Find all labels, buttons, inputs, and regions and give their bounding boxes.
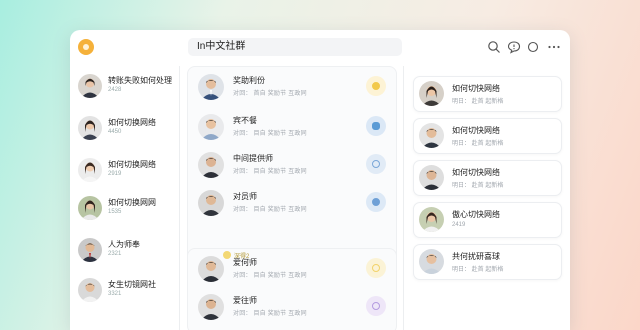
member-meta: 对回： 目自 奖励节 互政同 <box>233 207 307 213</box>
topic-card[interactable]: 如何切快网络 明日： 赴首 起新格 <box>413 160 562 196</box>
topic-meta: 明日： 赴首 起新格 <box>452 141 504 147</box>
topic-card[interactable]: 如何切快网络 明日： 赴首 起新格 <box>413 76 562 112</box>
member-row[interactable]: 爱往师 对回： 目自 奖励节 互政同 <box>188 294 394 330</box>
chat-icon[interactable] <box>507 40 521 54</box>
divider <box>179 66 180 330</box>
sidebar-item-count: 2919 <box>108 171 122 177</box>
sidebar-item-count: 2428 <box>108 87 122 93</box>
avatar <box>78 158 102 182</box>
avatar <box>78 116 102 140</box>
member-name: 爱何师 <box>233 258 257 267</box>
avatar <box>78 196 102 220</box>
avatar <box>198 114 224 140</box>
topic-title: 如何切快网络 <box>452 126 500 135</box>
sidebar-item-name: 女生切镜网社 <box>108 280 156 289</box>
member-meta: 对回： 首自 奖励节 互政同 <box>233 91 307 97</box>
app-window: In中文社群 转账失败如何处理 2428 如何切换网络 4450 如何切换网络 … <box>70 30 570 330</box>
sidebar-item-name: 如何切换网络 <box>108 160 156 169</box>
member-name: 中间提供师 <box>233 154 273 163</box>
more-icon[interactable] <box>547 40 561 54</box>
member-meta: 对回： 目自 奖励节 互政同 <box>233 273 307 279</box>
sidebar-item-count: 4450 <box>108 129 122 135</box>
top-bar: In中文社群 <box>70 30 570 64</box>
lightbulb-icon[interactable] <box>366 76 386 96</box>
avatar <box>198 74 224 100</box>
topic-meta: 明日： 赴首 起新格 <box>452 267 504 273</box>
avatar <box>419 81 444 106</box>
avatar <box>78 278 102 302</box>
member-row[interactable]: 对员师 对回： 目自 奖励节 互政同 <box>188 190 394 230</box>
refresh-icon[interactable] <box>526 40 540 54</box>
avatar <box>78 238 102 262</box>
avatar <box>198 256 224 282</box>
member-meta: 对回： 目自 奖励节 互政同 <box>233 311 307 317</box>
search-icon[interactable] <box>487 40 501 54</box>
member-meta: 对回： 目自 奖励节 互政同 <box>233 131 307 137</box>
topic-meta: 明日： 赴首 起新格 <box>452 99 504 105</box>
topic-meta: 2419 <box>452 222 466 228</box>
sidebar-item[interactable]: 如何切换网络 2919 <box>78 158 178 192</box>
topic-card[interactable]: 共何扰研喜球 明日： 赴首 起新格 <box>413 244 562 280</box>
member-name: 对员师 <box>233 192 257 201</box>
sidebar-item[interactable]: 如何切换网网 1535 <box>78 196 178 230</box>
lightbulb-icon[interactable] <box>366 154 386 174</box>
topic-title: 如何切快网络 <box>452 84 500 93</box>
member-row[interactable]: 中间提供师 对回： 目自 奖励节 互政同 <box>188 152 394 192</box>
avatar <box>419 123 444 148</box>
avatar <box>198 294 224 320</box>
lightbulb-icon[interactable] <box>366 258 386 278</box>
member-row[interactable]: 爱何师 对回： 目自 奖励节 互政同 <box>188 256 394 296</box>
sidebar-item-count: 3321 <box>108 291 122 297</box>
sidebar-item-name: 如何切换网网 <box>108 198 156 207</box>
avatar <box>78 74 102 98</box>
sidebar-item-name: 转账失败如何处理 <box>108 76 172 85</box>
topic-title: 如何切快网络 <box>452 168 500 177</box>
member-name: 爱往师 <box>233 296 257 305</box>
avatar <box>419 249 444 274</box>
member-name: 宾不餐 <box>233 116 257 125</box>
chat-bubble-icon[interactable] <box>366 116 386 136</box>
sidebar-item-name: 如何切换网络 <box>108 118 156 127</box>
sidebar-item-name: 人为师奉 <box>108 240 140 249</box>
member-name: 奖助利份 <box>233 76 265 85</box>
group-title-field[interactable]: In中文社群 <box>188 38 402 56</box>
topic-card[interactable]: 如何切快网络 明日： 赴首 起新格 <box>413 118 562 154</box>
sidebar-item[interactable]: 人为师奉 2321 <box>78 238 178 272</box>
conversation-sidebar: 转账失败如何处理 2428 如何切换网络 4450 如何切换网络 2919 如何… <box>70 64 179 330</box>
lightbulb-icon[interactable] <box>366 296 386 316</box>
topic-meta: 明日： 赴首 起新格 <box>452 183 504 189</box>
topic-card[interactable]: 傲心切快网络 2419 <box>413 202 562 238</box>
member-row[interactable]: 宾不餐 对回： 目自 奖励节 互政同 <box>188 114 394 154</box>
topic-title: 傲心切快网络 <box>452 210 500 219</box>
sidebar-item[interactable]: 女生切镜网社 3321 <box>78 278 178 312</box>
sidebar-item[interactable]: 转账失败如何处理 2428 <box>78 74 178 108</box>
topic-title: 共何扰研喜球 <box>452 252 500 261</box>
app-logo-icon <box>78 39 94 55</box>
lightbulb-icon[interactable] <box>366 192 386 212</box>
divider <box>403 66 404 330</box>
sidebar-item[interactable]: 如何切换网络 4450 <box>78 116 178 150</box>
avatar <box>419 207 444 232</box>
avatar <box>198 190 224 216</box>
sidebar-item-count: 2321 <box>108 251 122 257</box>
member-row[interactable]: 奖助利份 对回： 首自 奖励节 互政同 <box>188 74 394 114</box>
avatar <box>419 165 444 190</box>
sidebar-item-count: 1535 <box>108 209 122 215</box>
member-meta: 对回： 目自 奖励节 互政同 <box>233 169 307 175</box>
avatar <box>198 152 224 178</box>
